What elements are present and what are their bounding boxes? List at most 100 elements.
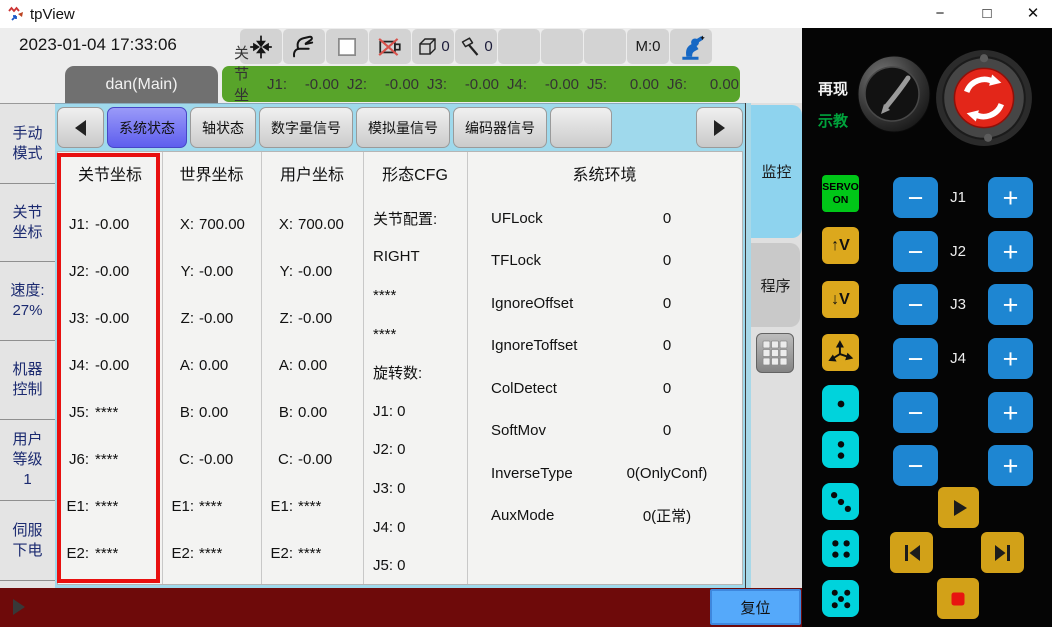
- jog-j4-minus-button[interactable]: −: [893, 338, 938, 379]
- axis-value: ****: [95, 404, 118, 421]
- toolbar-empty-button-2[interactable]: [541, 29, 583, 64]
- dice-5-icon: [826, 584, 856, 614]
- axis-label: J2:: [63, 263, 89, 280]
- jog-j6-minus-button[interactable]: −: [893, 445, 938, 486]
- env-value: 0: [592, 337, 742, 354]
- status-joint-name: J5:: [587, 76, 613, 93]
- cfg-line: 旋转数:: [363, 353, 467, 392]
- toolbar-empty-button-1[interactable]: [498, 29, 540, 64]
- jog-j5-plus-button[interactable]: +: [988, 392, 1033, 433]
- axis-value: -0.00: [199, 263, 233, 280]
- jog-j2-minus-button[interactable]: −: [893, 231, 938, 272]
- servo-off-button[interactable]: [369, 29, 411, 64]
- status-joint-name: J6:: [667, 76, 693, 93]
- jog-j4-plus-button[interactable]: +: [988, 338, 1033, 379]
- jog-j6-plus-button[interactable]: +: [988, 445, 1033, 486]
- mode-selector-knob[interactable]: [855, 55, 933, 133]
- speed-down-button[interactable]: ↓V: [822, 281, 859, 318]
- program-tab[interactable]: dan(Main): [65, 66, 218, 103]
- env-key: ColDetect: [467, 380, 592, 397]
- tab-encoder-signals[interactable]: 编码器信号: [453, 107, 547, 148]
- speed-up-button[interactable]: ↑V: [822, 227, 859, 264]
- jog-j3-minus-button[interactable]: −: [893, 284, 938, 325]
- step-forward-button[interactable]: [981, 532, 1024, 573]
- reset-button[interactable]: 复位: [710, 589, 801, 625]
- tab-empty[interactable]: [550, 107, 612, 148]
- status-row: dan(Main) 关节坐标 J1:-0.00 J2:-0.00 J3:-0.0…: [0, 65, 802, 103]
- cfg-line: J1: 0: [363, 392, 467, 431]
- dice-3-icon: [826, 487, 856, 517]
- axis-value: 700.00: [298, 216, 344, 233]
- servo-on-button[interactable]: SERVO ON: [822, 175, 859, 212]
- hammer-icon: [459, 35, 483, 59]
- jog-j3-plus-button[interactable]: +: [988, 284, 1033, 325]
- tab-system-status[interactable]: 系统状态: [107, 107, 187, 148]
- axis-label: J1:: [63, 216, 89, 233]
- keypad-button[interactable]: [756, 333, 794, 373]
- pendant-panel: 再现 示教 SERVO ON ↑V ↓V: [802, 28, 1052, 627]
- jog-j5-minus-button[interactable]: −: [893, 392, 938, 433]
- sidebar-item-manual-mode[interactable]: 手动 模式: [0, 104, 55, 184]
- mode-m-button[interactable]: M:0: [627, 29, 669, 64]
- emergency-stop-button[interactable]: [933, 47, 1035, 149]
- robot-button[interactable]: [670, 29, 712, 64]
- dice-2-icon: [826, 435, 856, 465]
- tool-number-button[interactable]: 0: [412, 29, 454, 64]
- step-2-button[interactable]: [822, 431, 859, 468]
- axis-value: 0.00: [298, 404, 327, 421]
- sidebar-item-machine-control[interactable]: 机器 控制: [0, 341, 55, 420]
- tab-axis-status[interactable]: 轴状态: [190, 107, 256, 148]
- step-4-button[interactable]: [822, 530, 859, 567]
- message-expand-icon[interactable]: [13, 599, 25, 615]
- sidebar-item-speed[interactable]: 速度: 27%: [0, 262, 55, 341]
- step-3-button[interactable]: [822, 483, 859, 520]
- jog-j2-plus-button[interactable]: +: [988, 231, 1033, 272]
- axis-value: -0.00: [298, 263, 332, 280]
- cfg-line: 关节配置:: [363, 199, 467, 238]
- axis-label: J6:: [63, 451, 89, 468]
- axis-label: J5:: [63, 404, 89, 421]
- tab-program[interactable]: 程序: [751, 243, 800, 327]
- skip-forward-icon: [991, 541, 1015, 565]
- cfg-column: 形态CFG 关节配置: RIGHT **** **** 旋转数: J1: 0 J…: [363, 152, 467, 586]
- step-5-button[interactable]: [822, 580, 859, 617]
- toolbar-buttons: 0 0 M:0: [240, 29, 712, 64]
- step-1-button[interactable]: [822, 385, 859, 422]
- env-key: IgnoreToffset: [467, 337, 592, 354]
- jog-j1-plus-button[interactable]: +: [988, 177, 1033, 218]
- axis-label: E2:: [63, 545, 89, 562]
- work-number-button[interactable]: 0: [455, 29, 497, 64]
- coord-axes-icon: [828, 340, 854, 366]
- status-joint-value: 0.00: [693, 76, 739, 93]
- tabs-next-button[interactable]: [696, 107, 743, 148]
- tabs-prev-button[interactable]: [57, 107, 104, 148]
- message-bar: 复位: [0, 588, 802, 627]
- axis-value: 0.00: [298, 357, 327, 374]
- toolbar-empty-button-3[interactable]: [584, 29, 626, 64]
- maximize-button[interactable]: □: [972, 3, 1002, 25]
- axis-label: Y:: [263, 263, 293, 280]
- sidebar-item-joint-coord[interactable]: 关节 坐标: [0, 184, 55, 262]
- axis-value: 0.00: [199, 357, 228, 374]
- status-joint-name: J4:: [507, 76, 533, 93]
- close-button[interactable]: ✕: [1018, 3, 1048, 25]
- jog-j1-minus-button[interactable]: −: [893, 177, 938, 218]
- axis-label: B:: [263, 404, 293, 421]
- tab-digital-signals[interactable]: 数字量信号: [259, 107, 353, 148]
- minimize-button[interactable]: −: [925, 3, 955, 25]
- coord-system-button[interactable]: [822, 334, 859, 371]
- sidebar-item-user-level[interactable]: 用户 等级 1: [0, 420, 55, 501]
- tab-analog-signals[interactable]: 模拟量信号: [356, 107, 450, 148]
- status-joint-name: J2:: [347, 76, 373, 93]
- axis-label: X:: [164, 216, 194, 233]
- step-back-button[interactable]: [890, 532, 933, 573]
- square-indicator-button[interactable]: [326, 29, 368, 64]
- env-value: 0(正常): [592, 505, 742, 526]
- axis-label: J4:: [63, 357, 89, 374]
- hand-mode-button[interactable]: [283, 29, 325, 64]
- play-button[interactable]: [938, 487, 979, 528]
- sidebar-item-servo-power[interactable]: 伺服 下电: [0, 501, 55, 581]
- cfg-line: ****: [363, 315, 467, 354]
- tab-monitor[interactable]: 监控: [751, 105, 802, 238]
- stop-button[interactable]: [937, 578, 979, 619]
